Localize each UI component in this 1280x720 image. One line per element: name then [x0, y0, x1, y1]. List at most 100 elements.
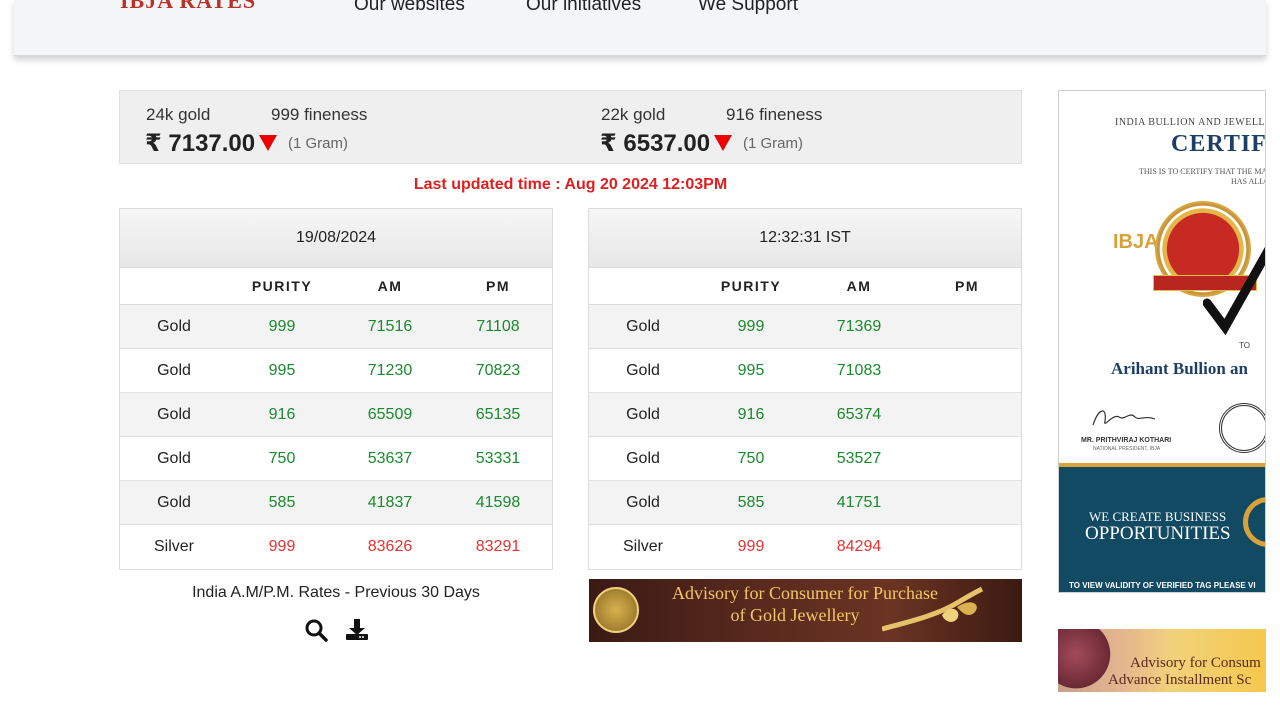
purity-cell: 995	[268, 361, 296, 379]
am-rate-cell: 71230	[367, 361, 413, 379]
certificate-heading: CERTIFIC	[1171, 131, 1266, 157]
metal-cell: Silver	[622, 538, 663, 555]
purity-cell: 585	[737, 493, 765, 511]
certificate-text: THIS IS TO CERTIFY THAT THE MAN	[1139, 167, 1266, 176]
unit-label: (1 Gram)	[743, 135, 803, 152]
metal-cell: Gold	[157, 361, 191, 379]
rates-table-previous-day: 19/08/2024 PURITY AM PM Gold 999 71516 7110…	[119, 208, 553, 570]
price-22k: 22k gold 916 fineness ₹ 6537.00 (1 Gram)	[575, 91, 1023, 165]
search-icon[interactable]	[304, 618, 328, 642]
metal-cell: Gold	[157, 449, 191, 467]
purity-cell: 999	[737, 317, 765, 335]
am-rate-cell: 65509	[367, 405, 413, 423]
stamp-icon	[1219, 403, 1265, 453]
nav-we-support[interactable]: We Support	[698, 0, 798, 16]
am-rate-cell: 53637	[367, 449, 413, 467]
nav-our-initiatives[interactable]: Our initiatives	[526, 0, 641, 16]
purity-cell: 750	[737, 449, 765, 467]
table-date-header: 19/08/2024	[120, 209, 552, 268]
last-updated-time: Last updated time : Aug 20 2024 12:03PM	[413, 176, 728, 193]
column-am: AM	[377, 278, 403, 294]
verify-footer: TO VIEW VALIDITY OF VERIFIED TAG PLEASE …	[1069, 581, 1256, 590]
certificate-org: INDIA BULLION AND JEWELLEF	[1115, 117, 1266, 128]
am-rate-cell: 84294	[836, 538, 882, 555]
download-icon[interactable]	[345, 618, 369, 642]
rates-table-today: 12:32:31 IST PURITY AM PM Gold 999 71369 Go…	[588, 208, 1022, 570]
signer-title: NATIONAL PRESIDENT, IBJA	[1093, 446, 1161, 452]
price-value: ₹ 6537.00	[600, 130, 711, 157]
purity-cell: 750	[268, 449, 296, 467]
price-summary-bar: 24k gold 999 fineness ₹ 7137.00 (1 Gram)…	[119, 90, 1022, 164]
certificate-text-2: HAS ALLOTTE	[1231, 177, 1265, 186]
ibja-seal-icon	[593, 587, 639, 633]
metal-cell: Gold	[626, 317, 660, 335]
certificate-bottom-band: WE CREATE BUSINESS OPPORTUNITIES TO VIEW…	[1059, 463, 1265, 592]
advisory-banner-gold-jewellery[interactable]: Advisory for Consumer for Purchase of Go…	[589, 579, 1022, 642]
fineness-label: 916 fineness	[726, 105, 823, 124]
metal-cell: Gold	[157, 317, 191, 335]
purity-cell: 995	[737, 361, 765, 379]
table-row: Gold 750 53527	[589, 437, 1021, 481]
table-column-headers: PURITY AM PM	[589, 268, 1021, 305]
purity-cell: 916	[737, 405, 765, 423]
ibja-verified-certificate[interactable]: INDIA BULLION AND JEWELLEF CERTIFIC THIS…	[1058, 90, 1266, 593]
pm-rate-cell: 70823	[475, 361, 521, 379]
column-am: AM	[846, 278, 872, 294]
metal-cell: Gold	[626, 449, 660, 467]
unit-label: (1 Gram)	[288, 135, 348, 152]
purity-cell: 999	[737, 538, 765, 555]
gold-ribbon-icon	[882, 586, 984, 632]
am-rate-cell: 71369	[836, 317, 882, 335]
table-row: Gold 995 71083	[589, 349, 1021, 393]
column-purity: PURITY	[251, 278, 313, 294]
table-row: Silver 999 84294	[589, 525, 1021, 569]
am-rate-cell: 53527	[836, 449, 882, 467]
am-rate-cell: 65374	[836, 405, 882, 423]
karat-label: 22k gold	[601, 105, 666, 124]
certificate-to: TO	[1239, 341, 1250, 350]
table-body: Gold 999 71369 Gold 995 71083 Gold 916 65374 Gold…	[589, 305, 1021, 569]
advisory-right-line-1: Advisory for Consum	[1130, 655, 1261, 671]
table-row: Gold 999 71516 71108	[120, 305, 552, 349]
metal-cell: Gold	[157, 405, 191, 423]
am-rate-cell: 71083	[836, 361, 882, 379]
tagline-2: OPPORTUNITIES	[1085, 523, 1231, 544]
pm-rate-cell: 71108	[476, 317, 520, 335]
down-arrow-icon	[714, 135, 732, 151]
metal-cell: Gold	[626, 361, 660, 379]
site-logo[interactable]: IBJA RATES	[120, 0, 256, 14]
certificate-recipient: Arihant Bullion an	[1111, 359, 1248, 378]
am-rate-cell: 83626	[367, 538, 413, 555]
metal-cell: Silver	[153, 538, 194, 555]
metal-cell: Gold	[157, 493, 191, 511]
table-body: Gold 999 71516 71108 Gold 995 71230 70823 Gold 91…	[120, 305, 552, 569]
table-row: Gold 750 53637 53331	[120, 437, 552, 481]
purity-cell: 999	[268, 317, 296, 335]
metal-cell: Gold	[626, 405, 660, 423]
checkmark-icon	[1203, 246, 1265, 336]
metal-cell: Gold	[626, 493, 660, 511]
down-arrow-icon	[259, 135, 277, 151]
karat-label: 24k gold	[146, 105, 211, 124]
pm-rate-cell: 53331	[475, 449, 521, 467]
table-row: Gold 995 71230 70823	[120, 349, 552, 393]
table-row: Gold 916 65509 65135	[120, 393, 552, 437]
table-row: Gold 916 65374	[589, 393, 1021, 437]
column-pm: PM	[486, 278, 510, 294]
advisory-right-line-2: Advance Installment Sc	[1108, 672, 1252, 688]
signature-icon	[1092, 410, 1156, 426]
pm-rate-cell: 41598	[475, 493, 521, 511]
purity-cell: 916	[268, 405, 296, 423]
purity-cell: 585	[268, 493, 296, 511]
signer-name: MR. PRITHVIRAJ KOTHARI	[1081, 437, 1172, 444]
table-row: Gold 999 71369	[589, 305, 1021, 349]
am-rate-cell: 41837	[367, 493, 413, 511]
column-pm: PM	[955, 278, 979, 294]
am-rate-cell: 41751	[836, 493, 882, 511]
nav-our-websites[interactable]: Our websites	[354, 0, 465, 16]
advisory-banner-installment[interactable]: Advisory for Consum Advance Installment …	[1058, 629, 1266, 692]
previous-rates-label: India A.M/P.M. Rates - Previous 30 Days	[192, 584, 480, 601]
table-row: Gold 585 41837 41598	[120, 481, 552, 525]
gold-ring-icon	[1243, 497, 1265, 547]
am-rate-cell: 71516	[367, 317, 413, 335]
